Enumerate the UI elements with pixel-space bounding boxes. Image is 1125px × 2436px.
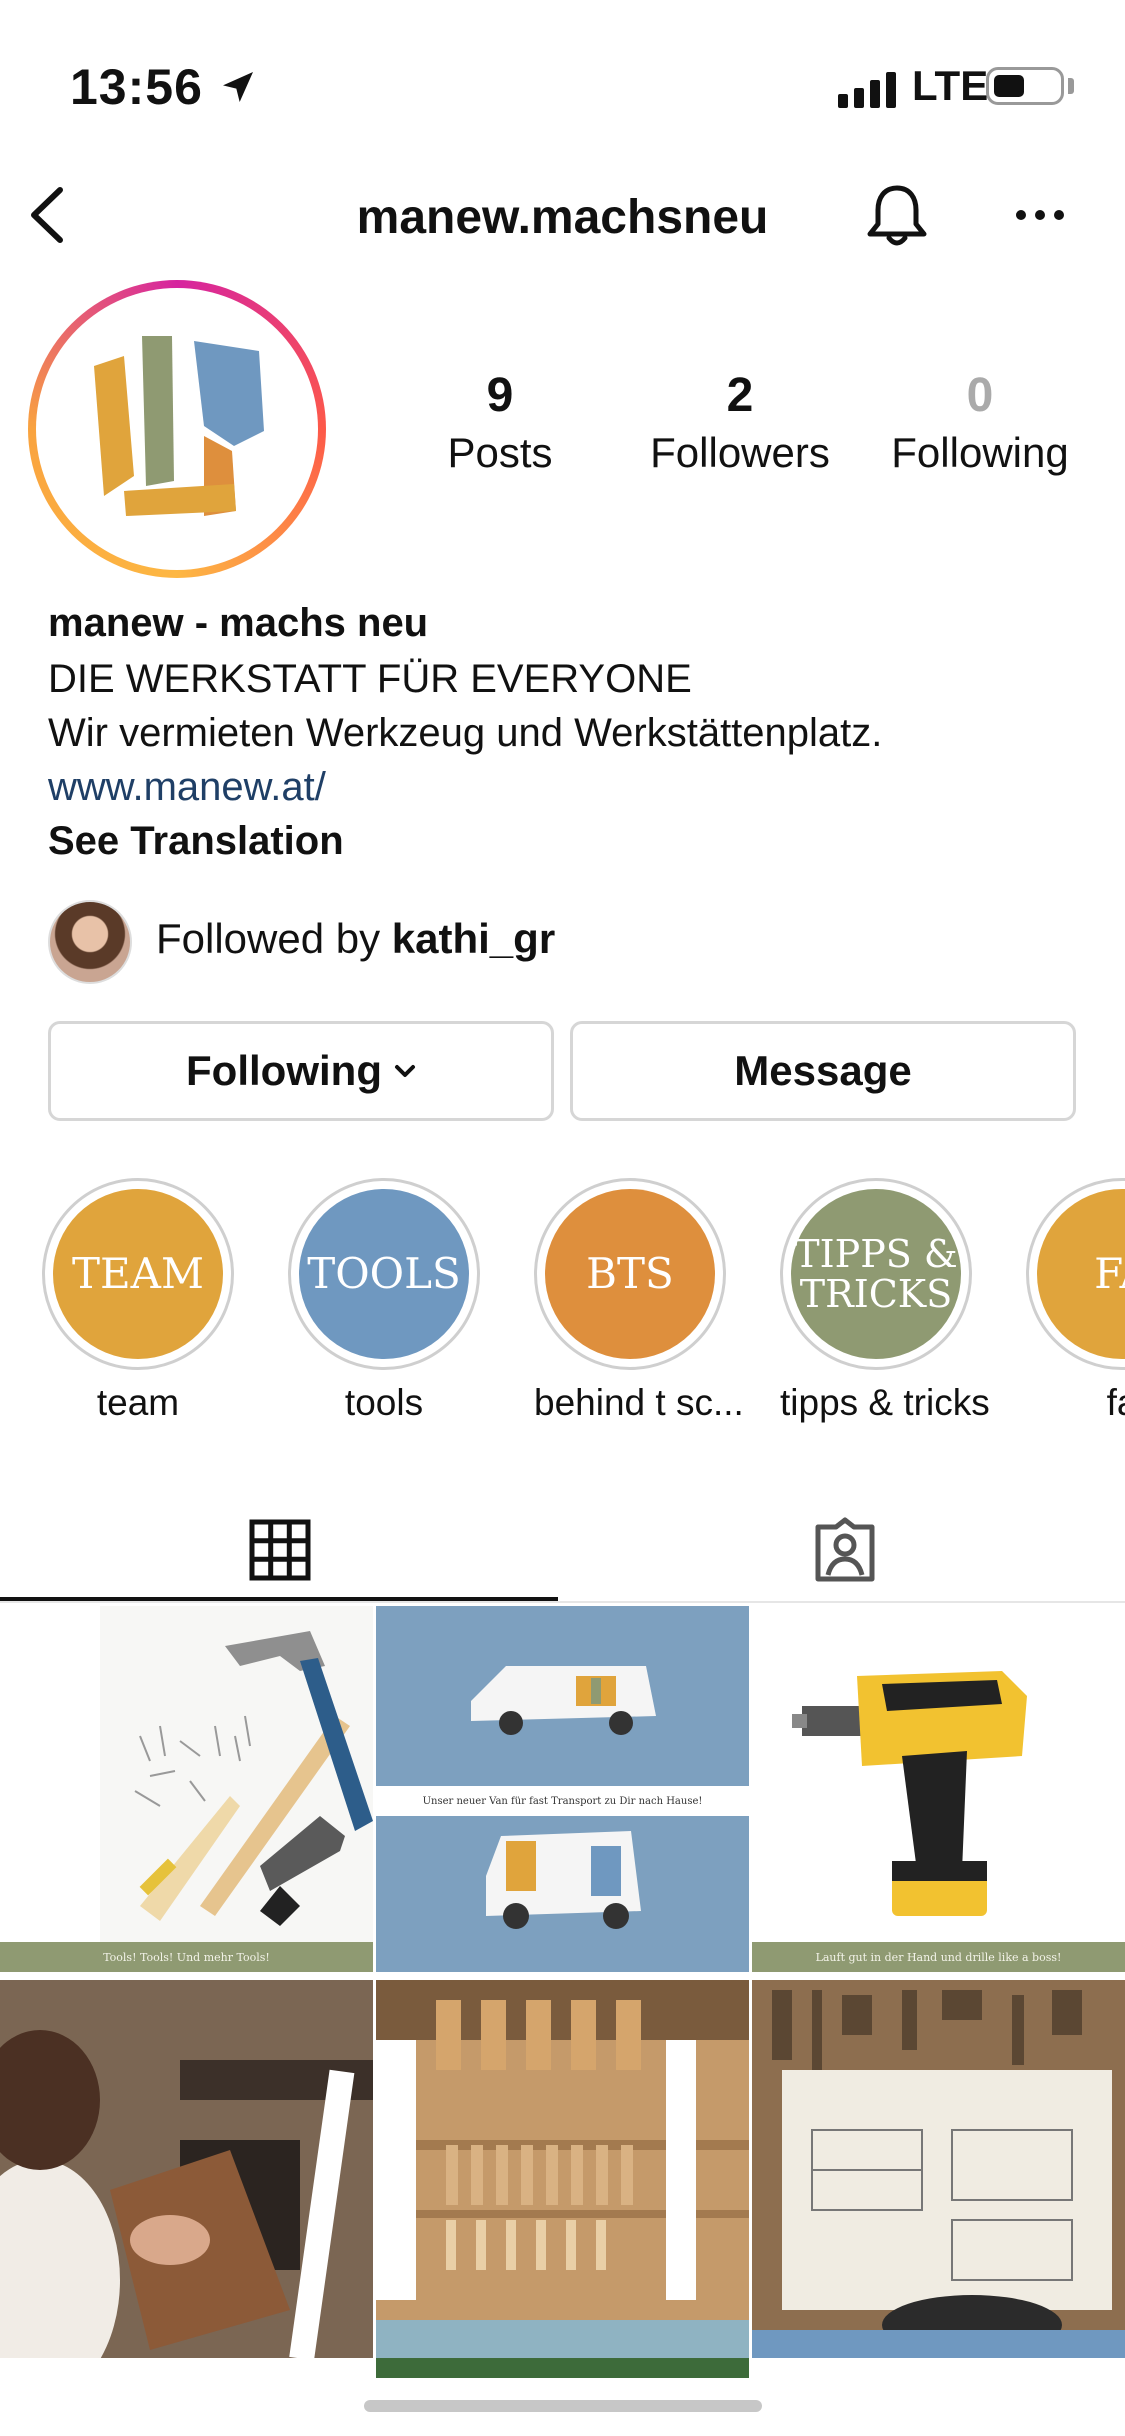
message-button[interactable]: Message xyxy=(570,1021,1076,1121)
highlight-fa-label: fa xyxy=(1106,1382,1125,1423)
post-tile-1[interactable]: Tools! Tools! Und mehr Tools! xyxy=(0,1606,373,1972)
location-arrow-icon xyxy=(223,72,253,102)
cellular-signal-icon xyxy=(838,70,896,108)
home-indicator xyxy=(364,2400,762,2412)
network-type: LTE xyxy=(912,62,989,109)
stat-posts-label: Posts xyxy=(447,429,553,476)
battery-cap xyxy=(1068,78,1074,94)
profile-display-name: manew - machs neu xyxy=(48,601,429,645)
more-options-icon[interactable] xyxy=(1015,205,1065,225)
stat-followers-value: 2 xyxy=(726,369,754,422)
followed-by-prefix: Followed by xyxy=(156,915,392,962)
followed-by-text[interactable]: Followed by kathi_gr xyxy=(156,915,555,963)
blueprint-photo xyxy=(752,1980,1125,2358)
highlight-fa-cover: FA xyxy=(1037,1189,1125,1359)
tools-photo xyxy=(0,1606,373,1942)
stat-following[interactable]: 0 Following xyxy=(870,368,1090,477)
highlight-tools[interactable]: TOOLS tools xyxy=(288,1178,480,1424)
post-tile-4[interactable] xyxy=(0,1980,373,2358)
profile-tagline: DIE WERKSTATT FÜR EVERYONE xyxy=(48,657,692,701)
workshop-photo xyxy=(0,1980,373,2358)
stat-followers[interactable]: 2 Followers xyxy=(630,368,850,477)
stat-followers-label: Followers xyxy=(650,429,830,476)
tool-wall-photo xyxy=(376,1980,749,2378)
following-button-label: Following xyxy=(186,1047,382,1094)
followed-by-user: kathi_gr xyxy=(391,915,556,962)
post-tile-6[interactable] xyxy=(752,1980,1125,2358)
profile-avatar[interactable] xyxy=(28,280,326,578)
highlight-fa[interactable]: FA fa xyxy=(1026,1178,1125,1424)
post-1-caption: Tools! Tools! Und mehr Tools! xyxy=(0,1942,373,1972)
drill-photo xyxy=(752,1606,1125,1942)
profile-username: manew.machsneu xyxy=(356,191,769,244)
message-button-label: Message xyxy=(734,1047,912,1094)
follower-avatar[interactable] xyxy=(48,900,132,984)
highlight-bts[interactable]: BTS behind t sc... xyxy=(534,1178,744,1424)
tagged-person-icon xyxy=(815,1517,875,1582)
manew-logo xyxy=(94,336,264,516)
highlight-tipps-tricks-label: tipps & tricks xyxy=(780,1382,990,1423)
bell-icon[interactable] xyxy=(862,180,932,250)
highlight-team-cover: TEAM xyxy=(53,1189,223,1359)
status-time: 13:56 xyxy=(70,59,203,115)
tab-grid[interactable] xyxy=(0,1500,560,1600)
stat-following-value: 0 xyxy=(966,369,994,422)
active-tab-indicator xyxy=(0,1597,558,1601)
post-2-caption: Unser neuer Van für fast Transport zu Di… xyxy=(422,1795,703,1807)
post-3-caption: Lauft gut in der Hand und drille like a … xyxy=(752,1942,1125,1972)
highlight-tools-cover: TOOLS xyxy=(299,1189,469,1359)
stat-posts-value: 9 xyxy=(486,369,514,422)
highlight-bts-cover: BTS xyxy=(545,1189,715,1359)
highlight-tipps-tricks[interactable]: TIPPS & TRICKS tipps & tricks xyxy=(780,1178,990,1424)
post-tile-3[interactable]: Lauft gut in der Hand und drille like a … xyxy=(752,1606,1125,1972)
following-button[interactable]: Following xyxy=(48,1021,554,1121)
highlight-team[interactable]: TEAM team xyxy=(42,1178,234,1424)
highlight-bts-label: behind t sc... xyxy=(534,1382,744,1423)
chevron-down-icon xyxy=(394,1065,415,1077)
tab-divider xyxy=(0,1601,1125,1603)
profile-website-link[interactable]: www.manew.at/ xyxy=(48,760,326,814)
profile-description: Wir vermieten Werkzeug und Werkstättenpl… xyxy=(48,711,883,755)
battery-icon xyxy=(986,67,1064,105)
stat-posts[interactable]: 9 Posts xyxy=(390,368,610,477)
stat-following-label: Following xyxy=(891,429,1069,476)
highlight-tools-label: tools xyxy=(344,1382,424,1423)
post-tile-5[interactable] xyxy=(376,1980,749,2378)
grid-icon xyxy=(249,1519,311,1581)
tab-tagged[interactable] xyxy=(565,1500,1125,1600)
highlight-team-label: team xyxy=(96,1382,180,1423)
see-translation-link[interactable]: See Translation xyxy=(48,814,344,868)
highlight-tipps-tricks-cover: TIPPS & TRICKS xyxy=(791,1189,961,1359)
post-tile-2[interactable]: Unser neuer Van für fast Transport zu Di… xyxy=(376,1606,749,1972)
